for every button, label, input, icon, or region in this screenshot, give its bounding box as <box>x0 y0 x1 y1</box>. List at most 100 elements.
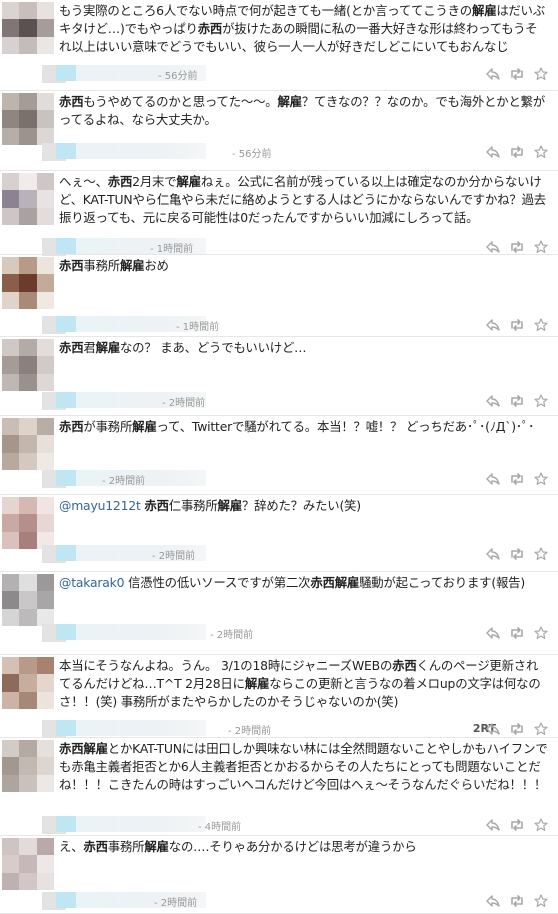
retweet-icon[interactable] <box>509 895 525 907</box>
reply-icon[interactable] <box>486 548 500 560</box>
tweet-text: 赤西解雇とかKAT-TUNには田口しか興味ない林には全然問題ないことやしかもハイ… <box>59 740 549 794</box>
retweet-icon[interactable] <box>509 627 525 639</box>
mention-link[interactable]: @takarak0 <box>59 575 125 590</box>
tweet-meta: - 2時間前 <box>42 392 232 410</box>
timestamp[interactable]: - 56分前 <box>232 145 272 160</box>
tweet-item: え、赤西事務所解雇なの‥‥そりゃあ分かるけどは思考が違うから - 2時間前 <box>0 836 558 914</box>
avatar[interactable] <box>2 657 54 709</box>
screen-name-blurred[interactable] <box>56 720 206 736</box>
timestamp[interactable]: - 56分前 <box>158 67 198 82</box>
star-icon[interactable] <box>534 240 548 254</box>
reply-icon[interactable] <box>486 319 500 331</box>
screen-name-blurred[interactable] <box>56 816 206 832</box>
avatar[interactable] <box>2 93 54 145</box>
tweet-actions <box>486 393 548 409</box>
avatar[interactable] <box>2 838 54 890</box>
reply-icon[interactable] <box>486 473 500 485</box>
screen-name-blurred[interactable] <box>56 143 206 159</box>
reply-icon[interactable] <box>486 395 500 407</box>
text-segment: 本当にそうなんよね。うん。 3/1の18時にジャニーズWEBの <box>59 658 393 673</box>
star-icon[interactable] <box>534 318 548 332</box>
keyword-highlight: 赤西 <box>197 21 223 36</box>
avatar[interactable] <box>2 173 54 225</box>
avatar[interactable] <box>2 740 54 792</box>
avatar[interactable] <box>2 257 54 309</box>
keyword-highlight: 赤西 <box>83 839 108 854</box>
tweet-item: 赤西事務所解雇おめ - 1時間前 <box>0 255 558 337</box>
tweet-item: @takarak0 信憑性の低いソースですが第二次赤西解雇騒動が起こっております… <box>0 572 558 655</box>
tweet-actions <box>486 239 548 255</box>
timestamp[interactable]: - 1時間前 <box>150 240 193 255</box>
timestamp[interactable]: - 2時間前 <box>154 894 197 909</box>
keyword-highlight: 赤西 <box>144 498 169 513</box>
reply-icon[interactable] <box>486 819 500 831</box>
avatar[interactable] <box>2 339 54 391</box>
keyword-highlight: 赤西 <box>59 258 84 273</box>
tweet-text: 赤西君解雇なの？ まあ、どうでもいいけど… <box>59 339 549 357</box>
keyword-highlight: 解雇 <box>95 340 121 355</box>
retweet-icon[interactable] <box>509 548 525 560</box>
timestamp[interactable]: - 2時間前 <box>228 722 271 737</box>
star-icon[interactable] <box>534 394 548 408</box>
timestamp[interactable]: - 2時間前 <box>210 626 253 641</box>
mention-link[interactable]: @mayu1212t <box>59 498 141 513</box>
timestamp[interactable]: - 1時間前 <box>176 318 219 333</box>
retweet-icon[interactable] <box>509 68 525 80</box>
keyword-highlight: 解雇 <box>176 174 201 189</box>
keyword-highlight: 解雇 <box>217 498 243 513</box>
reply-icon[interactable] <box>486 241 500 253</box>
text-segment: って、Twitterで騒がれてる。本当！？嘘！？ どっちだあ･ﾟ･(ﾉД`)･ﾟ… <box>156 419 535 434</box>
screen-name-blurred[interactable] <box>56 624 206 640</box>
reply-icon[interactable] <box>486 895 500 907</box>
retweet-icon[interactable] <box>509 241 525 253</box>
text-segment: が事務所 <box>83 419 133 434</box>
avatar[interactable] <box>2 574 54 626</box>
star-icon[interactable] <box>534 547 548 561</box>
retweet-icon[interactable] <box>509 723 525 735</box>
tweet-item: @mayu1212t 赤西仁事務所解雇？辞めた？みたい(笑) - 2時間前 <box>0 495 558 572</box>
timestamp[interactable]: - 2時間前 <box>162 394 205 409</box>
star-icon[interactable] <box>534 145 548 159</box>
avatar[interactable] <box>2 497 54 549</box>
star-icon[interactable] <box>534 472 548 486</box>
star-icon[interactable] <box>534 67 548 81</box>
reply-icon[interactable] <box>486 627 500 639</box>
reply-icon[interactable] <box>486 146 500 158</box>
text-segment: え、 <box>59 839 84 854</box>
avatar[interactable] <box>2 2 54 54</box>
star-icon[interactable] <box>534 894 548 908</box>
keyword-highlight: 赤西解雇 <box>310 575 360 590</box>
timestamp[interactable]: - 2時間前 <box>102 472 145 487</box>
tweet-text: 赤西もうやめてるのかと思ってた〜〜。解雇？てきなの？？なのか。でも海外とかと繋が… <box>59 93 549 129</box>
retweet-icon[interactable] <box>509 819 525 831</box>
timestamp[interactable]: - 2時間前 <box>152 547 195 562</box>
star-icon[interactable] <box>534 626 548 640</box>
tweet-item: 赤西解雇とかKAT-TUNには田口しか興味ない林には全然問題ないことやしかもハイ… <box>0 738 558 836</box>
star-icon[interactable] <box>534 722 548 736</box>
tweet-text: へぇ〜、赤西2月末で解雇ねぇ。公式に名前が残っている以上は確定なのか分からないけ… <box>59 173 549 227</box>
avatar[interactable] <box>2 418 54 470</box>
tweet-text: 本当にそうなんよね。うん。 3/1の18時にジャニーズWEBの赤西くんのページ更… <box>59 657 549 711</box>
text-segment: なの‥‥そりゃあ分かるけどは思考が違うから <box>168 839 417 854</box>
keyword-highlight: 赤西 <box>392 658 417 673</box>
text-segment: 信憑性の低いソースですが第二次 <box>124 575 311 590</box>
star-icon[interactable] <box>534 818 548 832</box>
retweet-icon[interactable] <box>509 395 525 407</box>
text-segment: とかKAT-TUNには田口しか興味ない林には全然問題ないことやしかもハイフンでも… <box>59 741 548 792</box>
retweet-icon[interactable] <box>509 146 525 158</box>
tweet-text: もう実際のところ6人でない時点で何が起きても一緒(とか言っててこうきの解雇はだい… <box>59 2 549 56</box>
retweet-icon[interactable] <box>509 319 525 331</box>
retweet-icon[interactable] <box>509 473 525 485</box>
reply-icon[interactable] <box>486 68 500 80</box>
tweet-actions <box>486 471 548 487</box>
keyword-highlight: 解雇 <box>277 94 302 109</box>
text-segment: へぇ〜、 <box>59 174 108 189</box>
tweet-meta: - 56分前 <box>42 65 232 83</box>
keyword-highlight: 解雇 <box>132 419 157 434</box>
tweet-actions <box>486 66 548 82</box>
tweet-meta: - 2時間前 <box>42 545 232 563</box>
keyword-highlight: 解雇 <box>119 258 145 273</box>
reply-icon[interactable] <box>486 723 500 735</box>
timestamp[interactable]: - 4時間前 <box>198 818 241 833</box>
tweet-actions <box>486 625 548 641</box>
